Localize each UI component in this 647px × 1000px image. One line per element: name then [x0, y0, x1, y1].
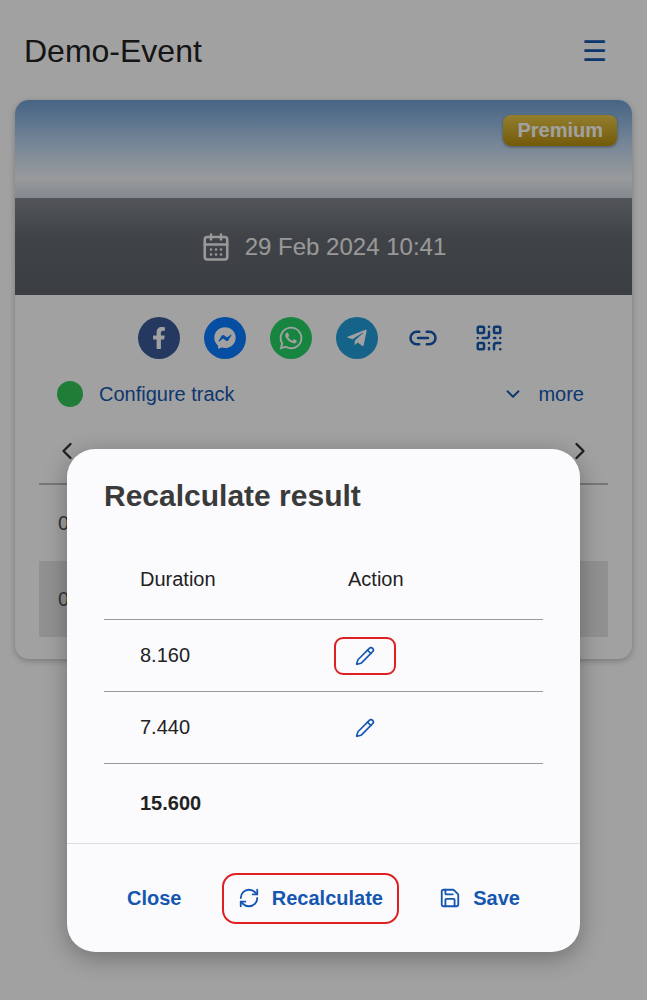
total-cell: 15.600	[140, 792, 348, 815]
recalculate-dialog: Recalculate result DurationAction 8.160 7.4…	[67, 449, 580, 952]
result-table: DurationAction 8.160 7.440 15.600	[104, 539, 543, 842]
save-button[interactable]: Save	[423, 873, 536, 924]
edit-button[interactable]	[334, 637, 396, 675]
duration-cell: 8.160	[140, 644, 348, 667]
dialog-title: Recalculate result	[67, 449, 580, 513]
save-icon	[439, 887, 461, 909]
refresh-icon	[238, 887, 260, 909]
dialog-footer: Close Recalculate Save	[67, 843, 580, 952]
table-header: DurationAction	[104, 539, 543, 620]
button-label: Recalculate	[272, 887, 383, 910]
pencil-icon	[355, 718, 375, 738]
column-header: Duration	[140, 568, 348, 591]
total-row: 15.600	[104, 764, 543, 842]
plain-button[interactable]: Close	[111, 873, 197, 924]
page: Demo-Event☰Premium29 Feb 2024 10:41Confi…	[0, 0, 647, 1000]
table-row: 7.440	[104, 692, 543, 764]
table-row: 8.160	[104, 620, 543, 692]
recalculate-button[interactable]: Recalculate	[222, 873, 399, 924]
button-label: Close	[127, 887, 181, 910]
duration-cell: 7.440	[140, 716, 348, 739]
edit-button[interactable]	[334, 709, 396, 747]
pencil-icon	[355, 646, 375, 666]
button-label: Save	[473, 887, 520, 910]
column-header: Action	[348, 568, 543, 591]
